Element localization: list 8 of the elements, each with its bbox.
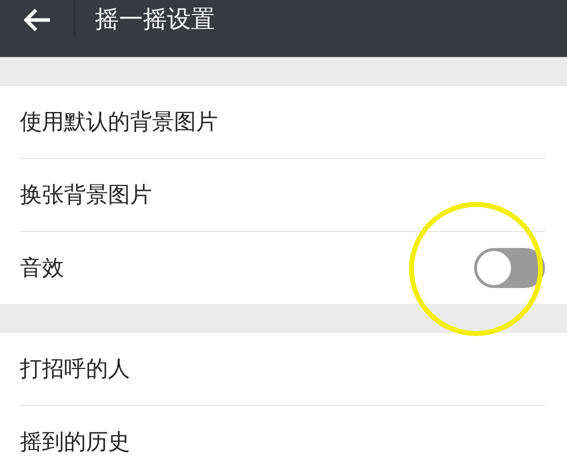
- settings-item[interactable]: 音效: [20, 232, 545, 304]
- settings-item[interactable]: 打招呼的人: [20, 333, 545, 406]
- sound-toggle[interactable]: [474, 248, 545, 288]
- settings-item[interactable]: 换张背景图片: [20, 159, 545, 232]
- settings-item[interactable]: 摇到的历史: [20, 406, 545, 465]
- settings-item[interactable]: 使用默认的背景图片: [20, 86, 545, 159]
- page-title: 摇一摇设置: [95, 4, 215, 34]
- back-arrow-icon[interactable]: [24, 8, 52, 32]
